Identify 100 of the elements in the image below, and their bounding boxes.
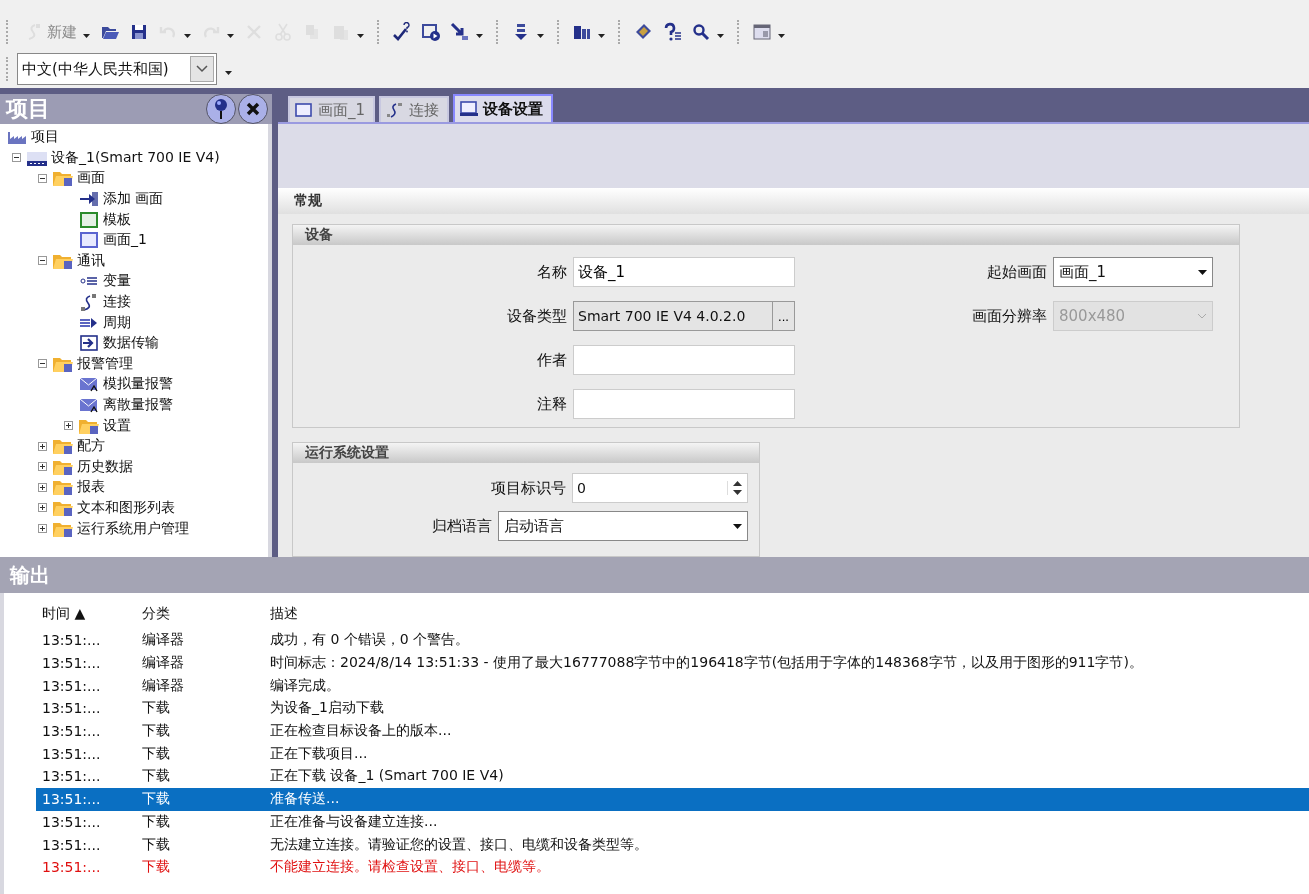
dropdown-arrow-icon[interactable] bbox=[184, 34, 191, 38]
table-cell-text: 13:51:... bbox=[41, 655, 102, 672]
log-row[interactable]: 13:51:... 编译器 成功，有 0 个错误，0 个警告。 bbox=[36, 629, 1309, 652]
tree-item[interactable]: 模拟量报警 bbox=[103, 375, 173, 394]
dropdown-arrow-icon[interactable] bbox=[225, 71, 232, 75]
dropdown-arrow-icon[interactable] bbox=[357, 34, 364, 38]
tree-item[interactable]: 历史数据 bbox=[77, 457, 133, 476]
spin-up-icon[interactable] bbox=[733, 481, 742, 486]
dropdown-arrow-icon[interactable] bbox=[476, 34, 483, 38]
table-cell-text: 13:51:... bbox=[41, 813, 102, 830]
tree-item[interactable]: 文本和图形列表 bbox=[77, 499, 175, 517]
log-row[interactable]: 13:51:... 下载 为设备_1启动下载 bbox=[36, 697, 1309, 720]
table-cell-text: 正在准备与设备建立连接... bbox=[270, 812, 439, 831]
tree-item[interactable]: 项目 bbox=[31, 128, 59, 147]
tree-item[interactable]: 配方 bbox=[77, 437, 105, 456]
log-row[interactable]: 13:51:... 下载 正在下载 设备_1 (Smart 700 IE V4) bbox=[36, 765, 1309, 788]
table-cell-text: 下载 bbox=[142, 767, 171, 786]
tree-item[interactable]: 运行系统用户管理 bbox=[77, 519, 189, 538]
log-row[interactable]: 13:51:... 编译器 时间标志：2024/8/14 13:51:33 - 使用了最大16777088字节中的196418字节(包括用于字体的148368字节，以及用于图形的911字节)。 bbox=[36, 651, 1309, 675]
editor-tab[interactable]: 设备设置 bbox=[453, 94, 554, 122]
archive-language-dropdown[interactable]: 启动语言 bbox=[498, 511, 748, 541]
pin-icon bbox=[212, 98, 230, 120]
table-cell-text: 不能建立连接。请检查设置、接口、电缆等。 bbox=[270, 858, 551, 877]
table-cell-text: 编译器 bbox=[142, 654, 185, 673]
field-label: 起始画面 bbox=[987, 262, 1047, 282]
field-label: 画面分辨率 bbox=[972, 306, 1047, 326]
table-cell-text: 下载 bbox=[142, 744, 171, 763]
chevron-down-icon bbox=[196, 65, 208, 73]
folder-icon bbox=[52, 169, 74, 188]
field-label: 项目标识号 bbox=[491, 478, 566, 498]
search-icon bbox=[691, 22, 711, 42]
log-row[interactable]: 13:51:... 下载 正在下载项目... bbox=[36, 742, 1309, 766]
table-cell-text: 下载 bbox=[142, 722, 171, 741]
field-label: 归档语言 bbox=[432, 516, 492, 536]
tree-item[interactable]: 设置 bbox=[103, 416, 131, 435]
log-row[interactable]: 13:51:... 下载 正在准备与设备建立连接... bbox=[36, 810, 1309, 834]
tree-item[interactable]: 报表 bbox=[77, 478, 105, 497]
column-header[interactable]: 时间 ▲ bbox=[36, 605, 142, 623]
close-icon bbox=[245, 101, 261, 117]
group-title: 设备 bbox=[293, 225, 1239, 245]
dropdown-arrow-icon[interactable] bbox=[83, 34, 90, 38]
table-cell-text: 13:51:... bbox=[41, 632, 102, 649]
table-cell-text: 正在检查目标设备上的版本... bbox=[270, 722, 453, 741]
dropdown-arrow-icon[interactable] bbox=[227, 34, 234, 38]
help-icon bbox=[662, 22, 682, 42]
table-cell-text: 13:51:... bbox=[41, 768, 102, 785]
log-row[interactable]: 13:51:... 下载 准备传送... bbox=[36, 787, 1309, 811]
log-row[interactable]: 13:51:... 下载 不能建立连接。请检查设置、接口、电缆等。 bbox=[36, 855, 1309, 879]
table-cell-text: 13:51:... bbox=[41, 745, 102, 762]
tree-item[interactable]: 变量 bbox=[103, 272, 131, 291]
log-row[interactable]: 13:51:... 编译器 编译完成。 bbox=[36, 674, 1309, 698]
spin-down-icon[interactable] bbox=[733, 490, 742, 495]
input-field[interactable]: Smart 700 IE V4 4.0.2.0 ... bbox=[573, 301, 795, 331]
language-dropdown[interactable]: 中文(中华人民共和国) bbox=[17, 53, 217, 85]
log-row[interactable]: 13:51:... 下载 无法建立连接。请验证您的设置、接口、电缆和设备类型等。 bbox=[36, 833, 1309, 856]
pin-button[interactable] bbox=[206, 94, 236, 124]
editor-tab[interactable]: 画面_1 bbox=[288, 96, 376, 122]
frame-icon bbox=[78, 210, 100, 229]
dropdown-arrow-icon[interactable] bbox=[537, 34, 544, 38]
arrow-icon bbox=[78, 190, 100, 209]
spin-field[interactable]: 0 bbox=[572, 473, 748, 503]
tree-item[interactable]: 设备_1(Smart 700 IE V4) bbox=[51, 148, 220, 167]
tree-item[interactable]: 数据传输 bbox=[103, 334, 159, 353]
dropdown-arrow-icon[interactable] bbox=[778, 34, 785, 38]
table-cell-text: 13:51:... bbox=[41, 859, 102, 876]
field-label: 设备类型 bbox=[507, 306, 567, 326]
table-cell-text: 为设备_1启动下载 bbox=[270, 699, 385, 718]
table-cell-text: 准备传送... bbox=[270, 790, 341, 809]
tree-item[interactable]: 周期 bbox=[103, 313, 131, 332]
tree-item[interactable]: 离散量报警 bbox=[103, 396, 173, 414]
editor-tab[interactable]: 连接 bbox=[379, 96, 450, 122]
table-cell-text: 下载 bbox=[142, 835, 171, 854]
tree-item[interactable]: 画面_1 bbox=[103, 231, 147, 250]
folder-icon bbox=[52, 478, 74, 497]
tree-item[interactable]: 连接 bbox=[103, 293, 131, 312]
input-field[interactable] bbox=[573, 389, 795, 419]
frame-icon bbox=[78, 231, 100, 250]
tree-item[interactable]: 画面 bbox=[77, 169, 105, 188]
table-cell-text: 正在下载 设备_1 (Smart 700 IE V4) bbox=[270, 767, 505, 786]
start-screen-dropdown[interactable]: 画面_1 bbox=[1053, 257, 1213, 287]
close-button[interactable] bbox=[238, 94, 268, 124]
input-field[interactable]: 设备_1 bbox=[573, 257, 795, 287]
tree-item[interactable]: 添加 画面 bbox=[103, 190, 164, 209]
tree-item[interactable]: 模板 bbox=[103, 210, 131, 229]
table-cell-text: 编译器 bbox=[142, 676, 185, 695]
tree-item[interactable]: 报警管理 bbox=[77, 354, 133, 373]
field-label: 作者 bbox=[537, 350, 567, 370]
chevron-down-icon bbox=[1197, 313, 1207, 319]
dropdown-arrow-icon[interactable] bbox=[598, 34, 605, 38]
tree-item[interactable]: 通讯 bbox=[77, 251, 105, 270]
input-field[interactable] bbox=[573, 345, 795, 375]
check-icon bbox=[392, 22, 412, 42]
log-row[interactable]: 13:51:... 下载 正在检查目标设备上的版本... bbox=[36, 719, 1309, 743]
table-cell-text: 下载 bbox=[142, 858, 171, 877]
panel-title: 项目 bbox=[6, 95, 51, 123]
field-label: 注释 bbox=[537, 394, 567, 414]
dropdown-arrow-icon[interactable] bbox=[717, 34, 724, 38]
column-header[interactable]: 分类 bbox=[142, 605, 270, 623]
table-cell-text: 编译完成。 bbox=[270, 676, 341, 695]
column-header[interactable]: 描述 bbox=[270, 605, 1309, 623]
